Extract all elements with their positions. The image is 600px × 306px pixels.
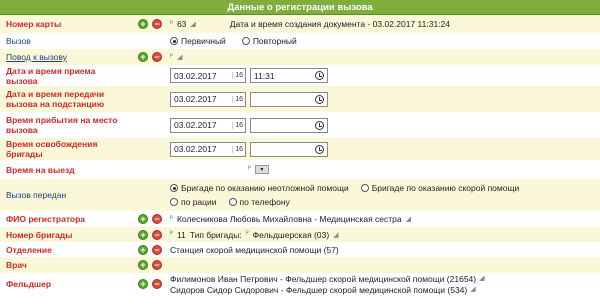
registrar-label: ФИО регистратора [6,214,85,224]
remove-icon[interactable]: − [152,279,162,289]
calendar-icon[interactable]: 16 [232,72,243,79]
flag-icon: ᴾ [170,215,173,223]
departure-label: Время на выезд [6,164,75,175]
row-arrival: Время прибытия на место вызова 03.02.201… [0,112,600,138]
paramedic-value[interactable]: Филимонов Иван Петрович - Фельдшер скоро… [170,274,476,284]
clock-icon[interactable] [315,144,324,154]
radio-icon[interactable] [241,37,250,45]
dropdown-icon[interactable]: ▾ [254,165,269,174]
flag-icon: ᴾ [170,53,173,61]
radio-icon[interactable] [170,37,178,45]
flag-icon: ᴾ [248,166,251,173]
radio-icon[interactable] [360,184,369,192]
add-icon[interactable]: + [138,260,148,270]
calendar-icon[interactable]: 16 [232,121,243,129]
add-icon[interactable]: + [138,52,148,62]
row-doctor: Врач + − [0,257,600,273]
flag-icon: ᴾ [245,231,249,238]
transfer-label: Дата и время передачи вызова на подстанц… [6,89,105,109]
received-time-input[interactable]: 11:31 [250,68,328,83]
clock-icon[interactable] [315,71,324,80]
remove-icon[interactable]: − [152,19,162,29]
brigade-type-label: Тип бригады: [189,229,242,240]
row-departure: Время на выезд ᴾ ▾ [0,160,600,179]
remove-icon[interactable]: − [152,229,162,240]
row-department: Отделение + − Станция скорой медицинской… [0,242,600,257]
flag-icon: ᴾ [170,20,173,28]
radio-by-phone[interactable]: по телефону [228,197,290,207]
release-label: Время освобождения бригады [6,139,98,159]
row-call-type: Вызов Первичный Повторный [0,33,600,49]
department-label: Отделение [6,244,52,255]
radio-ambulance-brigade[interactable]: Бригаде по оказанию скорой помощи [360,183,519,193]
row-paramedic: Фельдшер + − Филимонов Иван Петрович - Ф… [0,273,600,295]
edit-corner-icon[interactable]: ◢ [479,274,484,284]
radio-icon[interactable] [170,198,178,206]
arrival-date-input[interactable]: 03.02.2017 16 [170,117,246,133]
add-icon[interactable]: + [138,244,148,255]
paramedic-value[interactable]: Сидоров Сидор Сидорович - Фельдшер скоро… [170,285,467,295]
remove-icon[interactable]: − [152,244,162,255]
paramedic-label: Фельдшер [6,279,52,289]
remove-icon[interactable]: − [152,260,162,270]
radio-by-radio[interactable]: по рации [170,197,217,207]
add-icon[interactable]: + [138,19,148,29]
row-reason: Повод к вызову + − ᴾ ◢ [0,49,600,65]
radio-icon[interactable] [170,184,178,192]
row-brigade: Номер бригады + − ᴾ 11 Тип бригады: ᴾ Фе… [0,227,600,242]
row-actions: + − [122,15,170,33]
release-time-input[interactable] [250,141,328,157]
arrival-label: Время прибытия на место вызова [6,115,118,135]
transfer-date-input[interactable]: 03.02.2017 16 [170,91,246,107]
call-type-label: Вызов [6,36,31,46]
remove-icon[interactable]: − [152,52,162,62]
card-number-label: Номер карты [6,19,62,29]
add-icon[interactable]: + [138,279,148,289]
department-value[interactable]: Станция скорой медицинской помощи (57) [170,245,339,255]
brigade-type-value[interactable]: Фельдшерская (03) [253,230,330,240]
row-handover: Вызов передан Бригаде по оказанию неотло… [0,179,600,211]
arrival-time-input[interactable] [250,117,328,133]
flag-icon: ᴾ [170,231,173,238]
add-icon[interactable]: + [138,229,148,240]
clock-icon[interactable] [315,94,324,104]
clock-icon[interactable] [315,120,324,130]
row-release: Время освобождения бригады 03.02.2017 16 [0,138,600,160]
radio-repeat[interactable]: Повторный [241,36,297,46]
row-card-number: Номер карты + − ᴾ 63 ◢ Дата и время созд… [0,15,600,33]
calendar-icon[interactable]: 16 [232,95,243,103]
doctor-label: Врач [6,260,27,270]
radio-primary[interactable]: Первичный [170,36,226,46]
row-received: Дата и время приема вызова 03.02.2017 16 … [0,65,600,86]
add-icon[interactable]: + [138,214,148,224]
section-header: Данные о регистрации вызова [0,0,600,15]
radio-icon[interactable] [228,198,237,206]
edit-corner-icon[interactable]: ◢ [177,53,182,61]
handover-label: Вызов передан [6,190,67,200]
brigade-number[interactable]: 11 [177,230,186,240]
edit-corner-icon[interactable]: ◢ [406,215,411,223]
row-transfer: Дата и время передачи вызова на подстанц… [0,86,600,112]
reason-label[interactable]: Повод к вызову [0,49,122,65]
release-date-input[interactable]: 03.02.2017 16 [170,141,246,157]
remove-icon[interactable]: − [152,214,162,224]
edit-corner-icon[interactable]: ◢ [190,20,195,28]
received-label: Дата и время приема вызова [6,65,96,86]
row-registrar: ФИО регистратора + − ᴾ Колесникова Любов… [0,211,600,227]
edit-corner-icon[interactable]: ◢ [333,231,338,239]
transfer-time-input[interactable] [250,91,328,107]
card-number-value[interactable]: 63 [177,19,186,29]
calendar-icon[interactable]: 16 [232,145,243,153]
created-info: Дата и время создания документа - 03.02.… [229,19,451,29]
registrar-value[interactable]: Колесникова Любовь Михайловна - Медицинс… [177,214,402,224]
brigade-label: Номер бригады [6,229,73,240]
radio-urgent-brigade[interactable]: Бригаде по оказанию неотложной помощи [170,183,349,193]
received-date-input[interactable]: 03.02.2017 16 [170,68,246,83]
edit-corner-icon[interactable]: ◢ [470,285,475,295]
